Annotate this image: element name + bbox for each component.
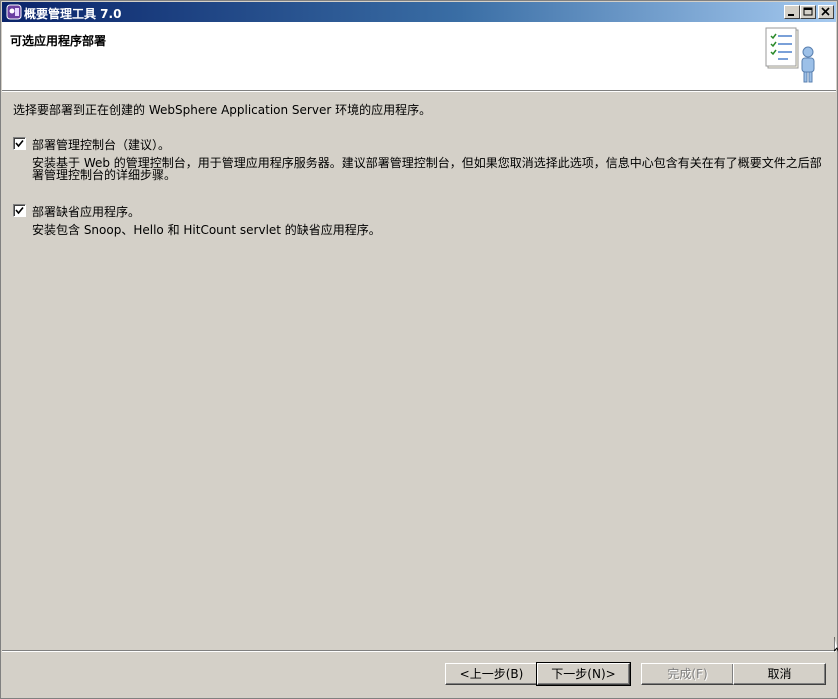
maximize-button[interactable] (800, 5, 816, 19)
default-apps-label[interactable]: 部署缺省应用程序。 (32, 203, 140, 220)
default-apps-checkbox[interactable] (13, 204, 26, 217)
window-title: 概要管理工具 7.0 (24, 5, 121, 22)
close-button[interactable] (818, 5, 834, 19)
page-title: 可选应用程序部署 (10, 32, 106, 49)
back-button[interactable]: <上一步(B) (445, 663, 538, 685)
checkmark-icon (15, 206, 24, 215)
close-icon (821, 7, 831, 17)
minimize-icon (787, 7, 797, 17)
footer-divider-highlight (2, 651, 836, 652)
document-person-icon (762, 26, 826, 86)
header-divider (2, 91, 836, 92)
mouse-cursor-icon (834, 637, 838, 658)
maximize-icon (803, 7, 813, 17)
checkmark-icon (15, 139, 24, 148)
admin-console-checkbox[interactable] (13, 137, 26, 150)
minimize-button[interactable] (784, 5, 800, 19)
admin-console-label[interactable]: 部署管理控制台（建议）。 (32, 136, 170, 153)
next-button[interactable]: 下一步(N)> (537, 663, 630, 685)
cancel-button[interactable]: 取消 (733, 663, 826, 685)
admin-console-description: 安装基于 Web 的管理控制台，用于管理应用程序服务器。建议部署管理控制台，但如… (32, 157, 822, 181)
title-bar[interactable]: 概要管理工具 7.0 (2, 2, 836, 22)
finish-button: 完成(F) (641, 663, 734, 685)
wizard-header: 可选应用程序部署 (2, 22, 836, 91)
wizard-window: 概要管理工具 7.0 可选应用程序部署 (0, 0, 838, 699)
default-apps-description: 安装包含 Snoop、Hello 和 HitCount servlet 的缺省应… (32, 224, 822, 236)
intro-text: 选择要部署到正在创建的 WebSphere Application Server… (13, 101, 431, 118)
app-icon (6, 4, 22, 20)
